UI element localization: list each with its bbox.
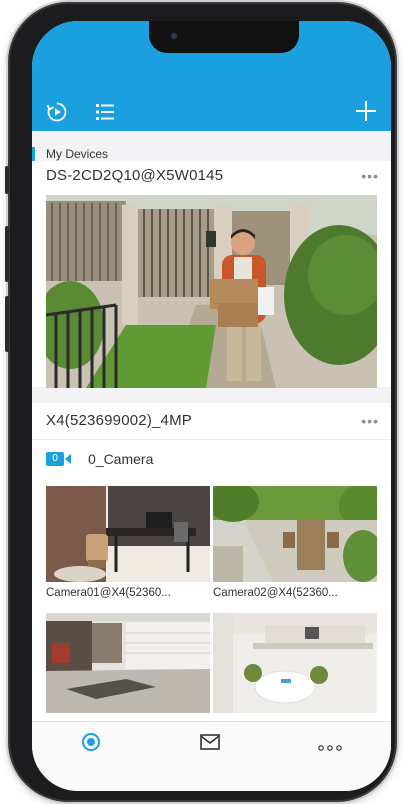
camera-thumbnail[interactable] xyxy=(213,613,377,713)
playback-icon[interactable] xyxy=(46,101,68,128)
more-tab-icon[interactable] xyxy=(318,739,342,757)
channel-badge: 0 xyxy=(46,452,64,466)
app-screen: My Devices DS-2CD2Q10@X5W0145 ••• X4(523… xyxy=(32,21,391,791)
notch xyxy=(149,21,299,53)
front-camera xyxy=(171,33,177,39)
plus-icon[interactable] xyxy=(354,99,378,128)
device-card[interactable]: X4(523699002)_4MP ••• 0 0_Camera Camera0… xyxy=(32,403,391,743)
channel-group-label: 0_Camera xyxy=(88,451,154,467)
camera-thumbnail[interactable] xyxy=(46,486,210,582)
camera-thumbnail[interactable] xyxy=(46,613,210,713)
tab-bar xyxy=(32,721,391,791)
message-tab-icon[interactable] xyxy=(200,734,220,755)
device-name: DS-2CD2Q10@X5W0145 xyxy=(46,167,224,184)
device-name: X4(523699002)_4MP xyxy=(46,412,193,429)
device-card[interactable]: DS-2CD2Q10@X5W0145 ••• xyxy=(32,161,391,388)
more-options-icon[interactable]: ••• xyxy=(361,413,379,429)
volume-up-button xyxy=(5,226,9,282)
camera-tab-icon[interactable] xyxy=(81,732,101,757)
live-preview[interactable] xyxy=(46,195,377,388)
camera-icon xyxy=(65,454,71,464)
camera-thumbnail[interactable] xyxy=(213,486,377,582)
divider xyxy=(32,439,391,440)
mute-switch xyxy=(5,166,9,194)
camera-name: Camera01@X4(52360... xyxy=(46,587,171,599)
camera-name: Camera02@X4(52360... xyxy=(213,587,338,599)
list-icon[interactable] xyxy=(95,102,115,127)
more-options-icon[interactable]: ••• xyxy=(361,168,379,184)
volume-down-button xyxy=(5,296,9,352)
